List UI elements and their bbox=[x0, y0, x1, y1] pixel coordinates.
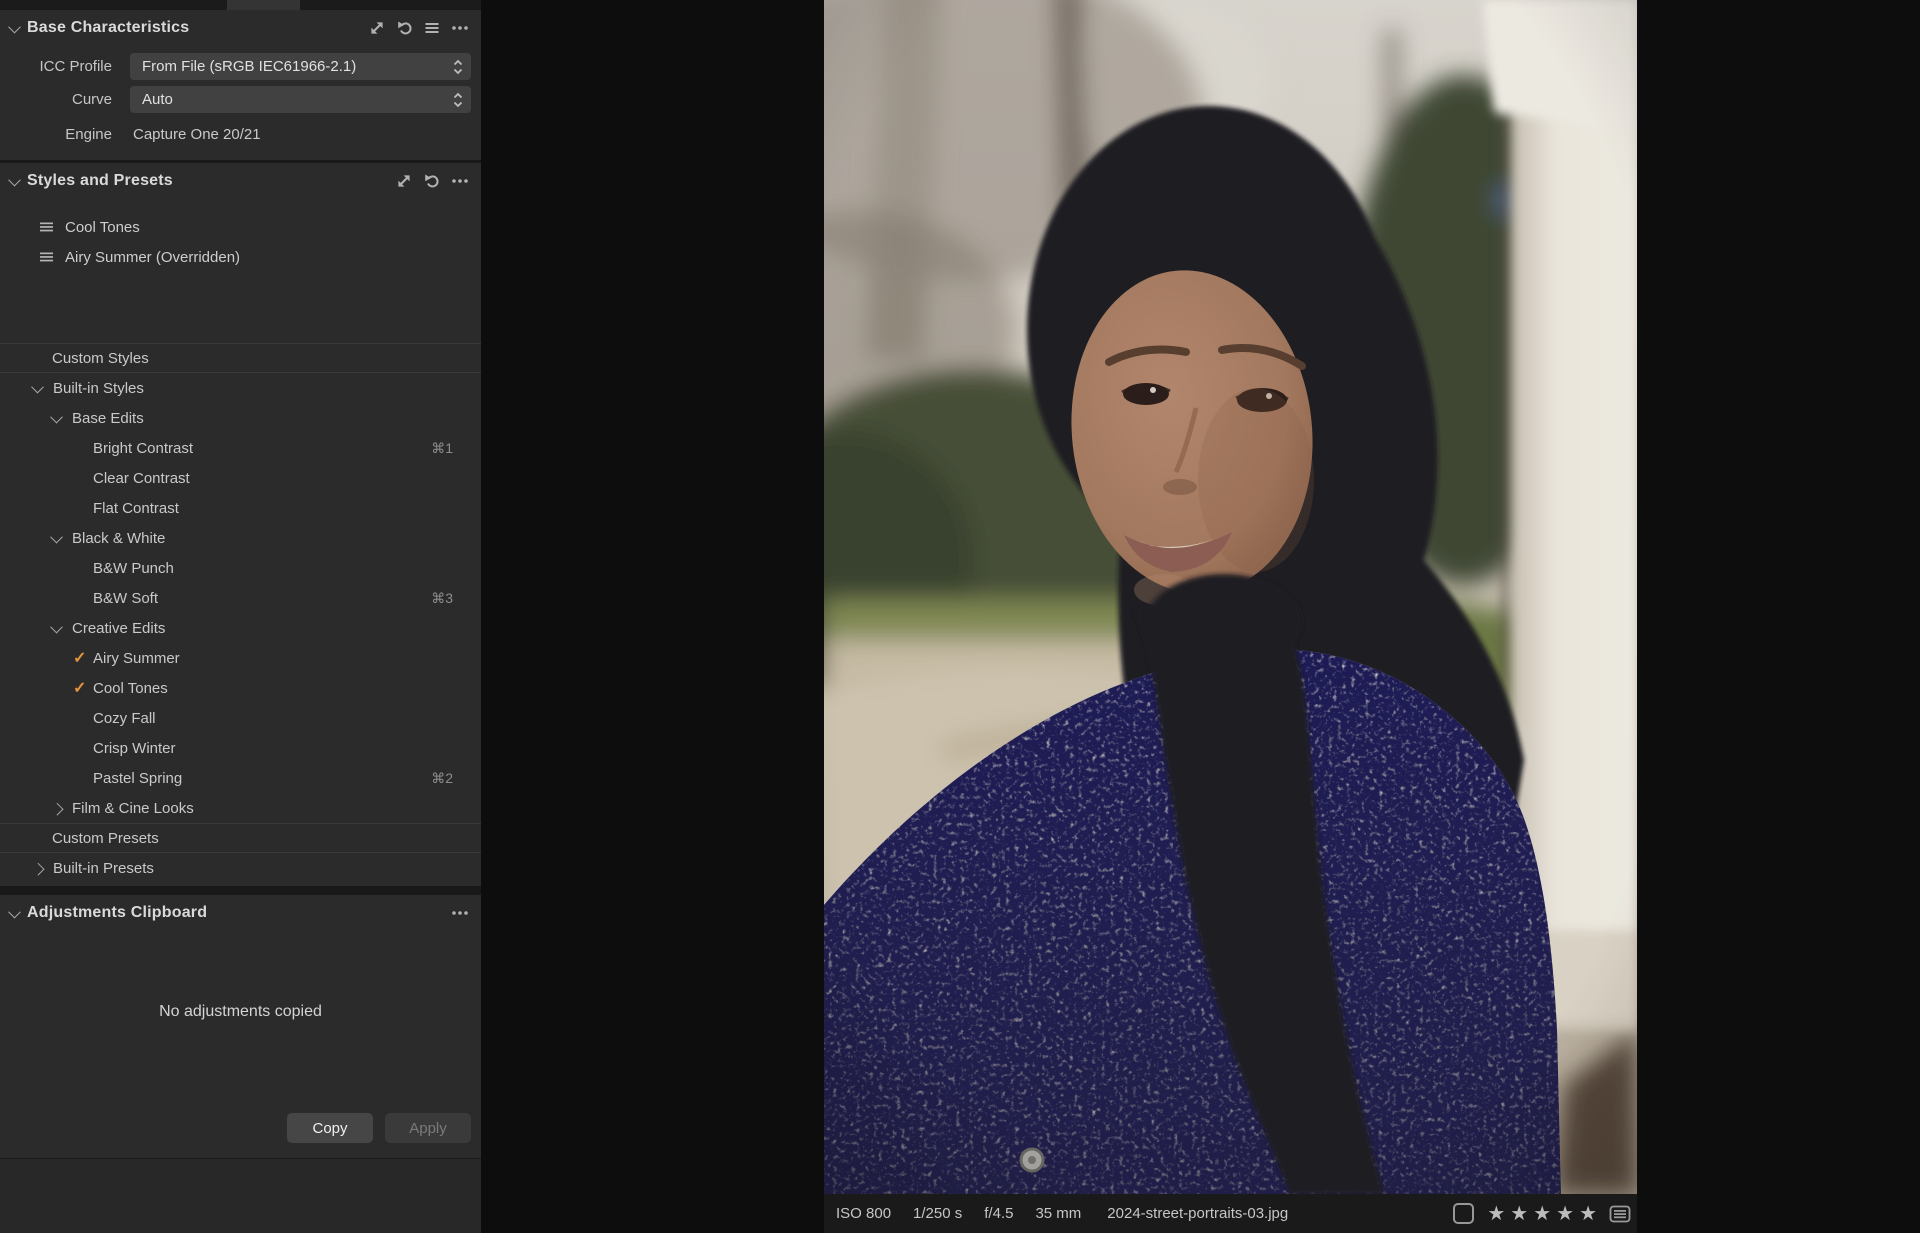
section-custom-styles: Custom Styles bbox=[0, 343, 481, 373]
style-item-crisp-winter[interactable]: Crisp Winter bbox=[0, 733, 481, 763]
applied-style-airy-summer-overridden[interactable]: Airy Summer (Overridden) bbox=[0, 242, 481, 272]
adjustments-clipboard-header[interactable]: Adjustments Clipboard bbox=[0, 895, 481, 931]
style-item-creative-edits[interactable]: Creative Edits bbox=[0, 613, 481, 643]
portrait-photo bbox=[824, 0, 1637, 1194]
applied-style-cool-tones[interactable]: Cool Tones bbox=[0, 212, 481, 242]
star-rating[interactable]: ★★★★★ bbox=[1487, 1204, 1597, 1224]
capture-one-window: Base Characteristics bbox=[0, 0, 1920, 1233]
panel-title: Styles and Presets bbox=[27, 172, 173, 190]
icc-profile-dropdown[interactable]: From File (sRGB IEC61966-2.1) bbox=[130, 53, 471, 80]
tool-panel: Base Characteristics bbox=[0, 0, 481, 1233]
drag-handle-icon[interactable] bbox=[40, 222, 53, 232]
style-applied-check-icon: ✓ bbox=[73, 648, 93, 668]
style-item-film-cine-looks[interactable]: Film & Cine Looks bbox=[0, 793, 481, 823]
curve-dropdown[interactable]: Auto bbox=[130, 86, 471, 113]
chevron-down-icon[interactable] bbox=[8, 20, 21, 33]
tool-tab-active[interactable] bbox=[227, 0, 300, 10]
chevron-down-icon[interactable] bbox=[50, 620, 63, 633]
more-icon[interactable] bbox=[451, 20, 469, 36]
style-item-black-white[interactable]: Black & White bbox=[0, 523, 481, 553]
shutter-value: 1/250 s bbox=[913, 1205, 962, 1222]
status-bar: ISO 800 1/250 s f/4.5 35 mm 2024-street-… bbox=[824, 1194, 1637, 1233]
star-icon-4[interactable]: ★ bbox=[1556, 1204, 1574, 1224]
styles-tree: Custom StylesBuilt-in StylesBase EditsBr… bbox=[0, 343, 481, 883]
star-icon-3[interactable]: ★ bbox=[1533, 1204, 1551, 1224]
curve-label: Curve bbox=[0, 91, 112, 108]
adjustments-clipboard-panel: Adjustments Clipboard No adjustments cop… bbox=[0, 895, 481, 1233]
style-item-built-in-presets[interactable]: Built-in Presets bbox=[0, 853, 481, 883]
copy-button[interactable]: Copy bbox=[287, 1113, 373, 1143]
tool-tabstrip[interactable] bbox=[0, 0, 481, 10]
styles-presets-panel: Styles and Presets Cool T bbox=[0, 163, 481, 886]
panel-title: Adjustments Clipboard bbox=[27, 904, 207, 922]
base-characteristics-panel: Base Characteristics bbox=[0, 10, 481, 160]
photo-canvas[interactable] bbox=[824, 0, 1637, 1194]
style-item-airy-summer[interactable]: ✓Airy Summer bbox=[0, 643, 481, 673]
chevron-down-icon[interactable] bbox=[50, 410, 63, 423]
base-characteristics-header[interactable]: Base Characteristics bbox=[0, 10, 481, 46]
style-applied-check-icon: ✓ bbox=[73, 678, 93, 698]
chevron-right-icon[interactable] bbox=[32, 862, 45, 875]
more-icon[interactable] bbox=[451, 905, 469, 921]
chevron-down-icon[interactable] bbox=[31, 380, 44, 393]
drag-handle-icon[interactable] bbox=[40, 252, 53, 262]
chevron-down-icon[interactable] bbox=[8, 905, 21, 918]
stepper-icon bbox=[453, 91, 463, 109]
style-item-b-w-soft[interactable]: B&W Soft⌘3 bbox=[0, 583, 481, 613]
star-icon-5[interactable]: ★ bbox=[1579, 1204, 1597, 1224]
panel-title: Base Characteristics bbox=[27, 19, 189, 37]
style-item-clear-contrast[interactable]: Clear Contrast bbox=[0, 463, 481, 493]
star-icon-1[interactable]: ★ bbox=[1487, 1204, 1505, 1224]
engine-value: Capture One 20/21 bbox=[133, 126, 261, 143]
iso-value: ISO 800 bbox=[836, 1205, 891, 1222]
list-view-icon[interactable] bbox=[1609, 1205, 1631, 1223]
style-item-pastel-spring[interactable]: Pastel Spring⌘2 bbox=[0, 763, 481, 793]
clipboard-empty-message: No adjustments copied bbox=[0, 1003, 481, 1021]
star-icon-2[interactable]: ★ bbox=[1510, 1204, 1528, 1224]
stepper-icon bbox=[453, 58, 463, 76]
chevron-down-icon[interactable] bbox=[8, 173, 21, 186]
style-item-b-w-punch[interactable]: B&W Punch bbox=[0, 553, 481, 583]
style-item-bright-contrast[interactable]: Bright Contrast⌘1 bbox=[0, 433, 481, 463]
aperture-value: f/4.5 bbox=[984, 1205, 1013, 1222]
focal-length-value: 35 mm bbox=[1035, 1205, 1081, 1222]
chevron-down-icon[interactable] bbox=[50, 530, 63, 543]
styles-presets-header[interactable]: Styles and Presets bbox=[0, 163, 481, 199]
expand-icon[interactable] bbox=[396, 173, 412, 189]
style-item-built-in-styles[interactable]: Built-in Styles bbox=[0, 373, 481, 403]
style-item-cool-tones[interactable]: ✓Cool Tones bbox=[0, 673, 481, 703]
style-item-cozy-fall[interactable]: Cozy Fall bbox=[0, 703, 481, 733]
icc-profile-label: ICC Profile bbox=[0, 58, 112, 75]
engine-label: Engine bbox=[0, 126, 112, 143]
panel-footer bbox=[0, 1158, 481, 1233]
chevron-right-icon[interactable] bbox=[51, 802, 64, 815]
expand-icon[interactable] bbox=[369, 20, 385, 36]
applied-styles-list: Cool TonesAiry Summer (Overridden) bbox=[0, 199, 481, 343]
menu-icon[interactable] bbox=[424, 20, 440, 36]
reset-icon[interactable] bbox=[423, 173, 440, 189]
filename: 2024-street-portraits-03.jpg bbox=[1107, 1205, 1288, 1222]
more-icon[interactable] bbox=[451, 173, 469, 189]
style-item-flat-contrast[interactable]: Flat Contrast bbox=[0, 493, 481, 523]
pick-checkbox[interactable] bbox=[1453, 1203, 1474, 1224]
reset-icon[interactable] bbox=[396, 20, 413, 36]
apply-button[interactable]: Apply bbox=[385, 1113, 471, 1143]
section-custom-presets: Custom Presets bbox=[0, 823, 481, 853]
style-item-base-edits[interactable]: Base Edits bbox=[0, 403, 481, 433]
image-viewer: ISO 800 1/250 s f/4.5 35 mm 2024-street-… bbox=[481, 0, 1920, 1233]
